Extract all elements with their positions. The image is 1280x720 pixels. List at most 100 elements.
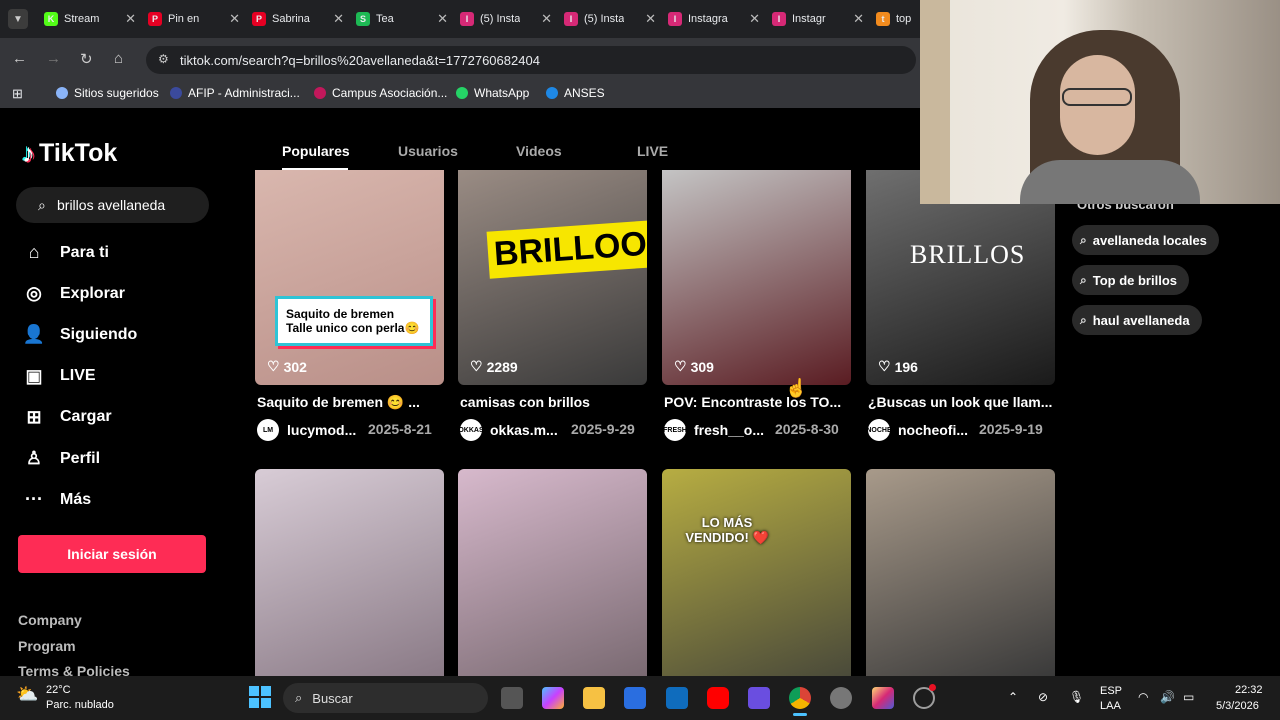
footer-program[interactable]: Program	[18, 638, 76, 654]
weather-desc[interactable]: Parc. nublado	[46, 699, 114, 711]
close-tab-icon[interactable]: ✕	[645, 11, 656, 27]
video-thumbnail[interactable]	[866, 469, 1055, 676]
microphone-icon[interactable]: 🎙	[1069, 690, 1084, 704]
browser-tab[interactable]: P Sabrina ✕	[252, 6, 348, 32]
language-bottom[interactable]: LAA	[1100, 700, 1121, 712]
browser-tab[interactable]: P Pin en ✕	[148, 6, 244, 32]
footer-company[interactable]: Company	[18, 612, 82, 628]
taskbar-search-placeholder: Buscar	[312, 690, 353, 706]
video-author[interactable]: OKKAS okkas.m...	[458, 419, 558, 441]
tab-usuarios[interactable]: Usuarios	[398, 143, 458, 159]
video-date: 2025-9-19	[979, 421, 1043, 437]
browser-tab[interactable]: I (5) Insta ✕	[460, 6, 556, 32]
clock-time[interactable]: 22:32	[1235, 684, 1263, 696]
back-icon[interactable]: ←	[12, 50, 27, 67]
video-title[interactable]: camisas con brillos	[460, 394, 650, 410]
home-browser-icon[interactable]: ⌂	[114, 50, 123, 67]
video-thumbnail[interactable]: LO MÁS VENDIDO! ❤️	[662, 469, 851, 676]
tab-videos[interactable]: Videos	[516, 143, 562, 159]
app-icon[interactable]	[748, 687, 770, 709]
bookmark-item[interactable]: Sitios sugeridos	[56, 86, 159, 100]
video-thumbnail[interactable]: ♡ 309	[662, 170, 851, 385]
video-author[interactable]: LM lucymod...	[257, 419, 356, 441]
settings-icon[interactable]	[830, 687, 852, 709]
battery-icon[interactable]: ▭	[1183, 690, 1194, 704]
browser-tab[interactable]: I Instagr ✕	[772, 6, 868, 32]
sidebar-item-live[interactable]: ▣ LIVE	[22, 366, 95, 387]
close-tab-icon[interactable]: ✕	[541, 11, 552, 27]
close-tab-icon[interactable]: ✕	[125, 11, 136, 27]
webcam-glasses	[1062, 88, 1132, 106]
tray-overflow-icon[interactable]: ⌃	[1008, 690, 1018, 704]
bookmark-item[interactable]: Campus Asociación...	[314, 86, 447, 100]
video-thumbnail[interactable]	[255, 469, 444, 676]
browser-tab[interactable]: K Stream ✕	[44, 6, 140, 32]
video-author[interactable]: FRESH fresh__o...	[663, 419, 764, 441]
suggestion-haul-avellaneda[interactable]: ⌕ haul avellaneda	[1072, 305, 1202, 335]
close-tab-icon[interactable]: ✕	[749, 11, 760, 27]
sidebar-item-siguiendo[interactable]: 👤 Siguiendo	[22, 324, 138, 345]
store-icon[interactable]	[624, 687, 646, 709]
reload-icon[interactable]: ↻	[80, 50, 93, 68]
sidebar-item-más[interactable]: ··· Más	[22, 489, 91, 510]
task-view-icon[interactable]	[501, 687, 523, 709]
video-title[interactable]: Saquito de bremen 😊 ...	[257, 394, 447, 411]
instagram-icon[interactable]	[872, 687, 894, 709]
bookmark-item[interactable]: WhatsApp	[456, 86, 529, 100]
network-off-icon[interactable]: ⊘	[1038, 690, 1048, 704]
video-title[interactable]: ¿Buscas un look que llam...	[868, 394, 1058, 410]
suggestion-top-de-brillos[interactable]: ⌕ Top de brillos	[1072, 265, 1189, 295]
search-input[interactable]: ⌕ brillos avellaneda	[16, 187, 209, 223]
video-title[interactable]: POV: Encontraste los TO...	[664, 394, 854, 410]
tiktok-logo[interactable]: ♪ TikTok	[22, 138, 117, 169]
weather-icon[interactable]: ⛅	[16, 684, 40, 708]
footer-terms[interactable]: Terms & Policies	[18, 663, 130, 676]
video-thumbnail[interactable]: Saquito de bremen Talle unico con perla😊…	[255, 170, 444, 385]
tab-populares[interactable]: Populares	[282, 143, 350, 159]
more-icon: ···	[25, 489, 43, 510]
tab-list-dropdown-icon[interactable]: ▼	[8, 9, 28, 29]
copilot-icon[interactable]	[542, 687, 564, 709]
site-info-icon[interactable]: ⚙	[158, 52, 169, 66]
sidebar-item-cargar[interactable]: ⊞ Cargar	[22, 407, 111, 428]
close-tab-icon[interactable]: ✕	[333, 11, 344, 27]
video-thumbnail[interactable]: BRILLOO ♡ 2289	[458, 170, 647, 385]
sidebar-item-explorar[interactable]: ◎ Explorar	[22, 283, 125, 304]
close-tab-icon[interactable]: ✕	[853, 11, 864, 27]
language-top[interactable]: ESP	[1100, 685, 1122, 697]
windows-start-icon[interactable]	[249, 686, 271, 708]
tab-live[interactable]: LIVE	[637, 143, 668, 159]
browser-tab[interactable]: I (5) Insta ✕	[564, 6, 660, 32]
tab-title: (5) Insta	[584, 13, 624, 25]
outlook-icon[interactable]	[666, 687, 688, 709]
bookmark-item[interactable]: ANSES	[546, 86, 605, 100]
browser-tab[interactable]: I Instagra ✕	[668, 6, 764, 32]
wifi-icon[interactable]: ◠	[1138, 690, 1148, 704]
login-button[interactable]: Iniciar sesión	[18, 535, 206, 573]
suggestion-avellaneda-locales[interactable]: ⌕ avellaneda locales	[1072, 225, 1219, 255]
address-bar[interactable]: ⚙ tiktok.com/search?q=brillos%20avellane…	[146, 46, 916, 74]
video-thumbnail[interactable]	[458, 469, 647, 676]
sidebar-item-perfil[interactable]: ♙ Perfil	[22, 448, 100, 469]
thumbnail-caption: BRILLOS	[910, 240, 1026, 269]
forward-icon[interactable]: →	[46, 50, 61, 67]
close-tab-icon[interactable]: ✕	[437, 11, 448, 27]
volume-icon[interactable]: 🔊	[1160, 690, 1175, 704]
compass-icon: ◎	[26, 283, 42, 304]
browser-tab[interactable]: t top	[876, 6, 926, 32]
browser-tab[interactable]: S Tea ✕	[356, 6, 452, 32]
youtube-icon[interactable]	[707, 687, 729, 709]
sidebar-item-para-ti[interactable]: ⌂ Para ti	[22, 242, 109, 263]
taskbar-search[interactable]: ⌕ Buscar	[283, 683, 488, 713]
bookmark-item[interactable]: AFIP - Administraci...	[170, 86, 300, 100]
mouse-cursor: ☝	[785, 378, 808, 398]
chrome-icon[interactable]	[789, 687, 811, 709]
video-author[interactable]: NOCHE nocheofi...	[866, 419, 968, 441]
weather-temp[interactable]: 22°C	[46, 684, 71, 696]
close-tab-icon[interactable]: ✕	[229, 11, 240, 27]
clock-date[interactable]: 5/3/2026	[1216, 700, 1259, 712]
apps-icon[interactable]: ⊞	[12, 86, 23, 102]
file-explorer-icon[interactable]	[583, 687, 605, 709]
like-count-value: 302	[283, 358, 307, 375]
sidebar-item-label: Siguiendo	[60, 325, 138, 343]
